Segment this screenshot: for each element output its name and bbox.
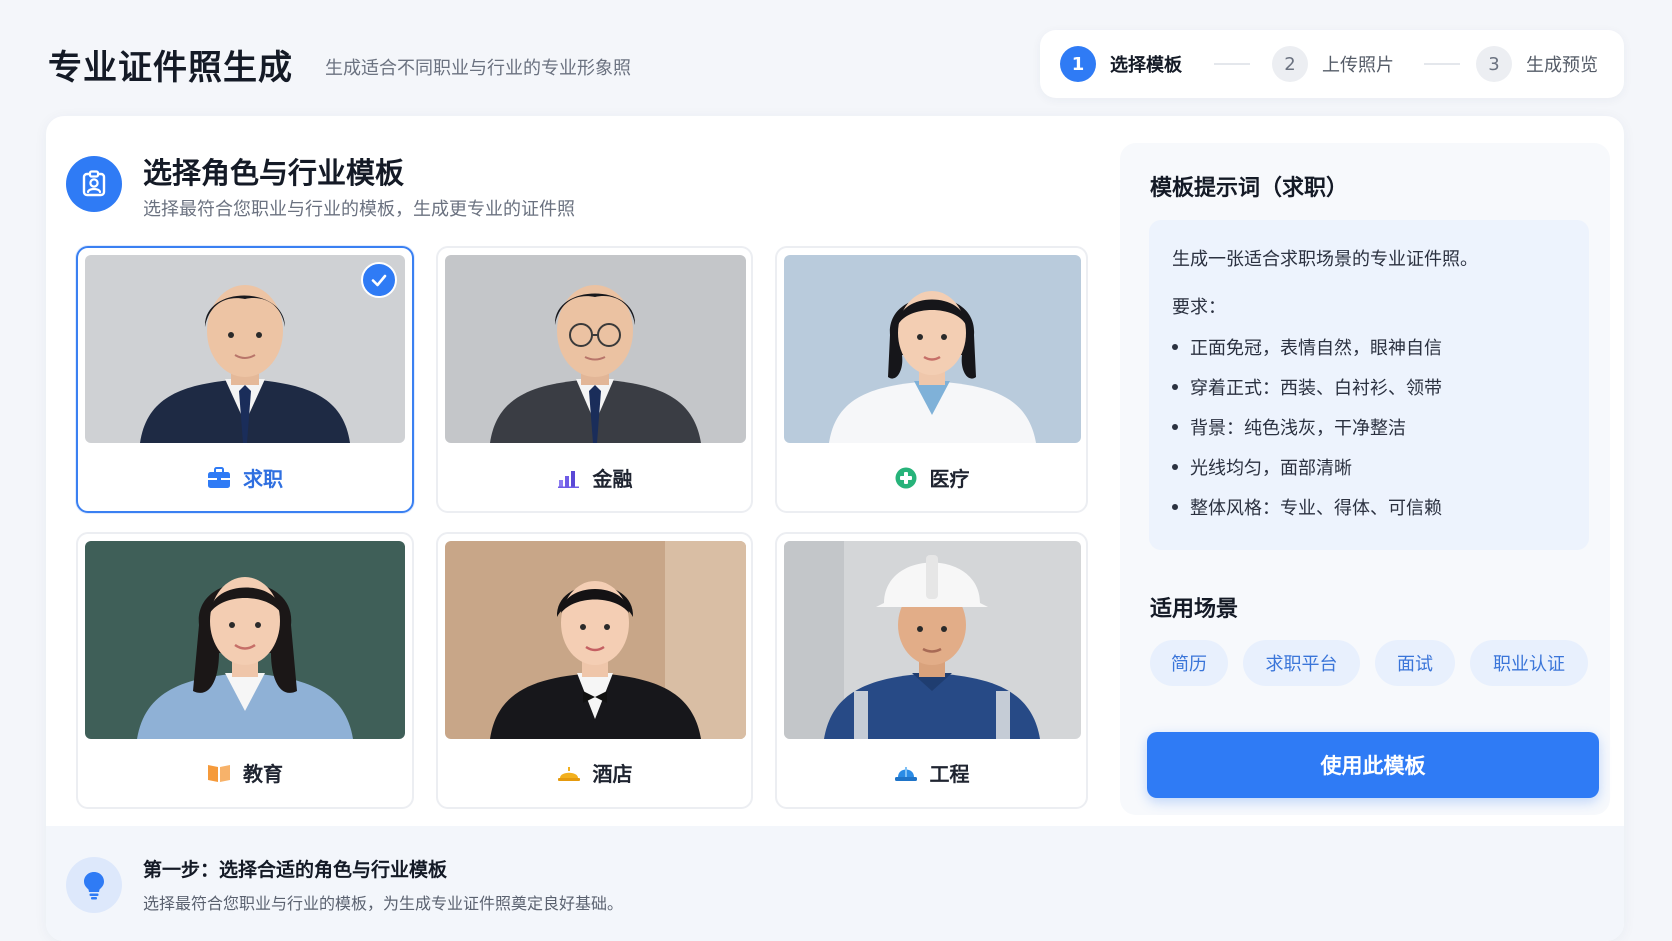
book-icon [207, 761, 231, 785]
prompt-bullet: 穿着正式：西装、白衬衫、领带 [1172, 374, 1442, 400]
template-card-medical[interactable]: 医疗 [775, 246, 1088, 513]
prompt-bullet: 光线均匀，面部清晰 [1172, 454, 1352, 480]
tip-bar [46, 826, 1624, 941]
template-card-job[interactable]: 求职 [76, 246, 414, 513]
prompt-bullet-text: 背景：纯色浅灰，干净整洁 [1190, 418, 1406, 439]
step-number: 1 [1060, 46, 1096, 82]
template-card-finance[interactable]: 金融 [436, 246, 753, 513]
page-title: 专业证件照生成 [48, 48, 293, 88]
scene-tag[interactable]: 简历 [1150, 640, 1228, 686]
template-label: 求职 [243, 467, 283, 491]
id-badge-icon [66, 156, 122, 212]
selected-check-icon [361, 262, 397, 298]
step-upload-photo[interactable]: 2 上传照片 [1272, 46, 1394, 82]
template-label-row: 酒店 [438, 758, 751, 787]
tip-text: 选择最符合您职业与行业的模板，为生成专业证件照奠定良好基础。 [143, 894, 624, 913]
template-photo-finance [445, 255, 746, 443]
scene-tag[interactable]: 面试 [1375, 640, 1455, 686]
template-photo-engineering [784, 541, 1081, 739]
step-label: 选择模板 [1110, 55, 1182, 76]
template-photo-medical [784, 255, 1081, 443]
prompt-bullet-text: 整体风格：专业、得体、可信赖 [1190, 498, 1442, 519]
service-bell-icon [557, 761, 581, 785]
section-title: 选择角色与行业模板 [143, 156, 405, 190]
step-number: 3 [1476, 46, 1512, 82]
prompt-requirements-label: 要求： [1172, 297, 1226, 318]
prompt-bullet: 背景：纯色浅灰，干净整洁 [1172, 414, 1406, 440]
template-label-row: 工程 [777, 758, 1086, 787]
bar-chart-icon [557, 466, 581, 490]
template-label: 金融 [592, 467, 633, 491]
medical-cross-icon [894, 466, 918, 490]
template-photo-education [85, 541, 405, 739]
prompt-bullet-text: 光线均匀，面部清晰 [1190, 458, 1352, 479]
scene-tag[interactable]: 职业认证 [1470, 640, 1588, 686]
briefcase-icon [207, 466, 231, 490]
template-label: 酒店 [592, 762, 633, 786]
page-subtitle: 生成适合不同职业与行业的专业形象照 [325, 58, 631, 79]
template-label-row: 教育 [78, 758, 412, 787]
step-generate-preview[interactable]: 3 生成预览 [1476, 46, 1598, 82]
template-label-row: 金融 [438, 463, 751, 492]
step-divider [1424, 63, 1460, 65]
template-label: 医疗 [929, 467, 970, 491]
section-subtitle: 选择最符合您职业与行业的模板，生成更专业的证件照 [143, 199, 575, 220]
prompt-bullet: 正面免冠，表情自然，眼神自信 [1172, 334, 1442, 360]
template-label-row: 求职 [78, 463, 412, 492]
tip-title: 第一步：选择合适的角色与行业模板 [143, 859, 448, 881]
scene-tag[interactable]: 求职平台 [1243, 640, 1360, 686]
progress-stepper: 1 选择模板 2 上传照片 3 生成预览 [1040, 30, 1624, 98]
template-photo-job [85, 255, 405, 443]
prompt-bullet: 整体风格：专业、得体、可信赖 [1172, 494, 1442, 520]
prompt-intro: 生成一张适合求职场景的专业证件照。 [1172, 249, 1478, 270]
step-divider [1214, 63, 1250, 65]
use-template-button[interactable]: 使用此模板 [1147, 732, 1599, 798]
lightbulb-icon [66, 857, 122, 913]
template-label-row: 医疗 [777, 463, 1086, 492]
template-photo-hotel [445, 541, 746, 739]
step-label: 上传照片 [1322, 55, 1394, 76]
prompt-bullet-text: 穿着正式：西装、白衬衫、领带 [1190, 378, 1442, 399]
hard-hat-icon [894, 761, 918, 785]
template-label: 工程 [929, 762, 970, 786]
prompt-bullet-text: 正面免冠，表情自然，眼神自信 [1190, 338, 1442, 359]
step-select-template[interactable]: 1 选择模板 [1060, 46, 1182, 82]
scenes-title: 适用场景 [1150, 597, 1239, 622]
step-label: 生成预览 [1526, 55, 1598, 76]
template-card-hotel[interactable]: 酒店 [436, 532, 753, 809]
template-card-education[interactable]: 教育 [76, 532, 414, 809]
template-card-engineering[interactable]: 工程 [775, 532, 1088, 809]
step-number: 2 [1272, 46, 1308, 82]
prompt-title: 模板提示词（求职） [1150, 176, 1349, 201]
template-label: 教育 [243, 762, 283, 786]
page-header: 专业证件照生成 生成适合不同职业与行业的专业形象照 1 选择模板 2 上传照片 … [0, 0, 1672, 120]
